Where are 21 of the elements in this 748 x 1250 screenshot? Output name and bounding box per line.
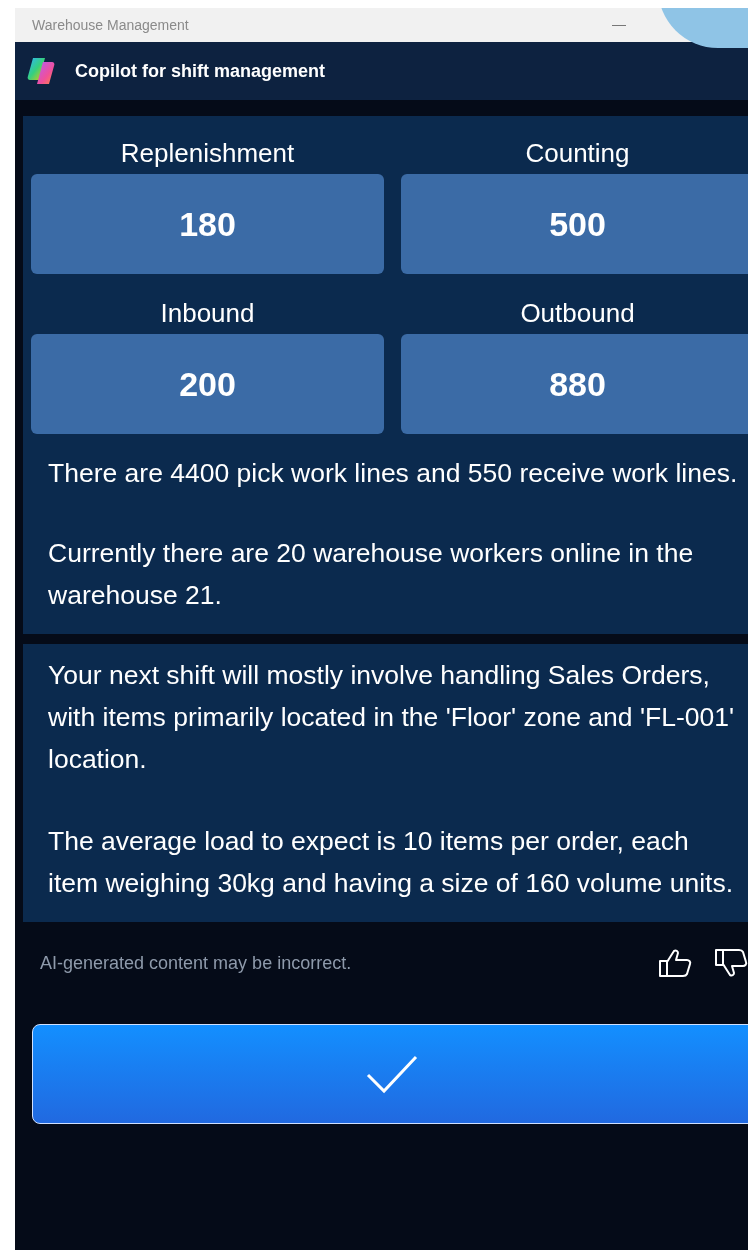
stat-label: Outbound	[520, 297, 635, 330]
summary-paragraph: There are 4400 pick work lines and 550 receive work lines.	[48, 457, 738, 490]
checkmark-icon	[366, 1054, 418, 1094]
stat-label: Replenishment	[120, 137, 295, 170]
summary-paragraph: Currently there are 20 warehouse workers online in the warehouse 21.	[48, 537, 695, 612]
stat-tile: 500	[401, 174, 748, 274]
thumbs-up-icon[interactable]	[658, 948, 692, 978]
header-title: Copilot for shift management	[75, 60, 325, 82]
confirm-button[interactable]	[32, 1024, 748, 1124]
stat-label: Counting	[525, 137, 630, 170]
stat-tile: 880	[401, 334, 748, 434]
forecast-paragraph: Your next shift will mostly involve handling Sales Orders, with items primarily located in the 'Floor' zone and 'FL-001' location.	[48, 659, 735, 776]
thumbs-down-icon[interactable]	[714, 948, 748, 978]
window-title: Warehouse Management	[32, 17, 189, 33]
disclaimer-text: AI-generated content may be incorrect.	[40, 952, 352, 974]
stat-label: Inbound	[160, 297, 255, 330]
forecast-paragraph: The average load to expect is 10 items per order, each item weighing 30kg and having a size of 160 volume units.	[48, 825, 734, 900]
copilot-logo-icon	[25, 55, 57, 87]
minimize-button[interactable]	[612, 24, 626, 26]
stat-tile: 200	[31, 334, 384, 434]
stat-tile: 180	[31, 174, 384, 274]
